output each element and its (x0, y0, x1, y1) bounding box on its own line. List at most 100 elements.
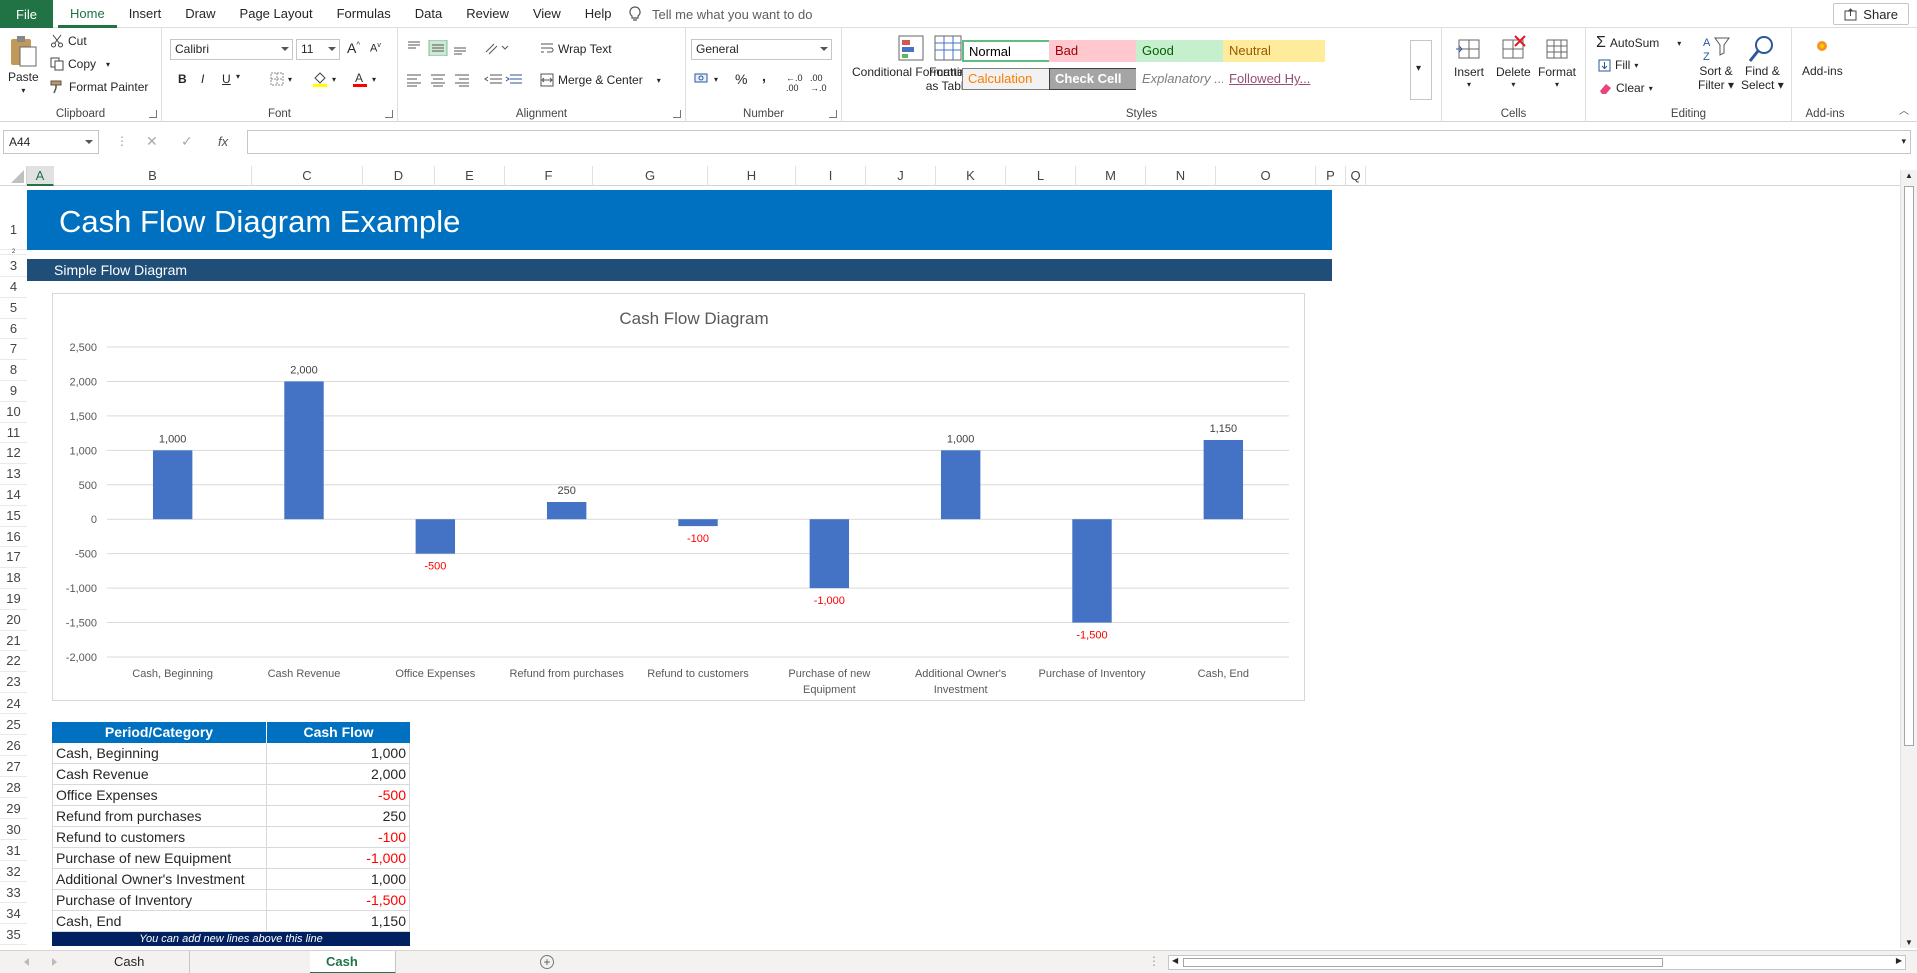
row-header-25[interactable]: 25 (0, 714, 27, 735)
vertical-scrollbar[interactable]: ▲ ▼ (1900, 170, 1917, 948)
vertical-scroll-thumb[interactable] (1904, 186, 1914, 746)
row-header-29[interactable]: 29 (0, 798, 27, 819)
table-cell-category[interactable]: Cash, End (52, 911, 267, 932)
paste-dropdown-icon[interactable]: ▾ (21, 86, 25, 95)
sort-filter-button[interactable]: AZ Sort & Filter ▾ (1698, 34, 1734, 92)
row-header-22[interactable]: 22 (0, 651, 27, 673)
horizontal-scrollbar[interactable]: ◀ ▶ (1168, 955, 1906, 970)
decrease-font-size-button[interactable]: Av (370, 42, 381, 55)
column-header-q[interactable]: Q (1346, 166, 1366, 186)
underline-dropdown-icon[interactable]: ▾ (236, 72, 240, 81)
orientation-icon[interactable] (484, 40, 510, 56)
row-header-10[interactable]: 10 (0, 402, 27, 423)
sheet-tab-cash-flow-diagram-generator[interactable]: Cash Flow Diagram Generator (98, 951, 190, 973)
format-painter-button[interactable]: Format Painter (50, 80, 148, 94)
fill-button[interactable]: Fill ▾ (1598, 58, 1638, 72)
row-header-11[interactable]: 11 (0, 423, 27, 444)
horizontal-scroll-thumb[interactable] (1183, 958, 1663, 967)
column-header-f[interactable]: F (505, 166, 593, 186)
row-header-3[interactable]: 3 (0, 255, 27, 277)
scroll-right-icon[interactable]: ▶ (1896, 956, 1902, 965)
percent-button[interactable]: % (735, 71, 747, 87)
row-header-34[interactable]: 34 (0, 903, 27, 924)
table-cell-cash-flow[interactable]: 250 (267, 806, 410, 827)
borders-button[interactable]: ▾ (270, 72, 292, 86)
row-header-9[interactable]: 9 (0, 381, 27, 402)
column-header-i[interactable]: I (796, 166, 866, 186)
fill-color-button[interactable]: ▾ (312, 70, 336, 88)
column-header-a[interactable]: A (27, 166, 54, 186)
table-cell-category[interactable]: Refund to customers (52, 827, 267, 848)
italic-button[interactable]: I (201, 72, 204, 86)
file-tab[interactable]: File (0, 0, 53, 28)
column-header-b[interactable]: B (54, 166, 252, 186)
underline-button[interactable]: U (222, 72, 231, 86)
row-header-31[interactable]: 31 (0, 840, 27, 861)
column-header-p[interactable]: P (1316, 166, 1346, 186)
row-header-1[interactable]: 1 (0, 190, 27, 250)
column-header-l[interactable]: L (1006, 166, 1076, 186)
prev-sheet-icon[interactable] (24, 958, 29, 966)
row-header-27[interactable]: 27 (0, 756, 27, 777)
cell-style-neutral[interactable]: Neutral (1223, 40, 1325, 62)
row-header-4[interactable]: 4 (0, 277, 27, 298)
scroll-left-icon[interactable]: ◀ (1172, 956, 1178, 965)
cut-button[interactable]: Cut (50, 34, 87, 48)
row-header-35[interactable]: 35 (0, 924, 27, 945)
font-size-select[interactable]: 11 (296, 39, 340, 60)
indent-icons[interactable] (484, 73, 524, 87)
number-dialog-launcher-icon[interactable] (829, 110, 837, 118)
scroll-down-icon[interactable]: ▼ (1905, 938, 1913, 947)
row-header-21[interactable]: 21 (0, 631, 27, 652)
formula-input[interactable]: ▾ (247, 130, 1911, 154)
find-select-button[interactable]: Find & Select ▾ (1741, 34, 1784, 92)
row-header-33[interactable]: 33 (0, 882, 27, 903)
row-header-23[interactable]: 23 (0, 672, 27, 693)
decrease-decimal-button[interactable]: .00 →.0 (810, 73, 827, 93)
vertical-align-icons[interactable] (406, 40, 476, 56)
table-cell-category[interactable]: Refund from purchases (52, 806, 267, 827)
insert-function-icon[interactable]: fx (218, 134, 228, 149)
row-header-28[interactable]: 28 (0, 777, 27, 798)
column-header-n[interactable]: N (1146, 166, 1216, 186)
row-header-12[interactable]: 12 (0, 443, 27, 465)
paste-button[interactable]: Paste ▾ (8, 34, 39, 95)
font-name-select[interactable]: Calibri (170, 39, 293, 60)
table-cell-cash-flow[interactable]: 2,000 (267, 764, 410, 785)
table-cell-category[interactable]: Purchase of new Equipment (52, 848, 267, 869)
row-header-14[interactable]: 14 (0, 485, 27, 506)
row-header-16[interactable]: 16 (0, 527, 27, 548)
next-sheet-icon[interactable] (52, 958, 57, 966)
column-header-e[interactable]: E (435, 166, 505, 186)
bold-button[interactable]: B (178, 72, 187, 86)
row-header-20[interactable]: 20 (0, 610, 27, 631)
column-header-d[interactable]: D (363, 166, 435, 186)
row-header-24[interactable]: 24 (0, 693, 27, 714)
column-header-o[interactable]: O (1216, 166, 1316, 186)
column-header-j[interactable]: J (866, 166, 936, 186)
cell-style-followed-hy[interactable]: Followed Hy... (1223, 68, 1325, 90)
table-cell-category[interactable]: Cash, Beginning (52, 743, 267, 764)
table-cell-cash-flow[interactable]: -100 (267, 827, 410, 848)
table-cell-cash-flow[interactable]: -1,000 (267, 848, 410, 869)
row-header-30[interactable]: 30 (0, 819, 27, 840)
row-header-18[interactable]: 18 (0, 568, 27, 589)
ribbon-tab-insert[interactable]: Insert (117, 0, 174, 28)
collapse-ribbon-icon[interactable]: ︿ (1899, 102, 1909, 117)
column-header-m[interactable]: M (1076, 166, 1146, 186)
delete-cells-button[interactable]: Delete ▾ (1496, 34, 1531, 89)
column-header-k[interactable]: K (936, 166, 1006, 186)
ribbon-tab-data[interactable]: Data (403, 0, 454, 28)
row-header-26[interactable]: 26 (0, 735, 27, 756)
insert-cells-button[interactable]: Insert ▾ (1454, 34, 1484, 89)
ribbon-tab-help[interactable]: Help (573, 0, 624, 28)
row-header-13[interactable]: 13 (0, 464, 27, 485)
share-button[interactable]: Share (1833, 3, 1909, 25)
clipboard-dialog-launcher-icon[interactable] (149, 110, 157, 118)
font-color-button[interactable]: A ▾ (352, 70, 376, 88)
increase-decimal-button[interactable]: ←.0.00 (786, 73, 803, 93)
accounting-format-button[interactable]: ▾ (694, 72, 718, 86)
copy-dropdown-icon[interactable]: ▾ (106, 60, 110, 69)
enter-icon[interactable]: ✓ (181, 133, 193, 150)
table-cell-cash-flow[interactable]: -1,500 (267, 890, 410, 911)
